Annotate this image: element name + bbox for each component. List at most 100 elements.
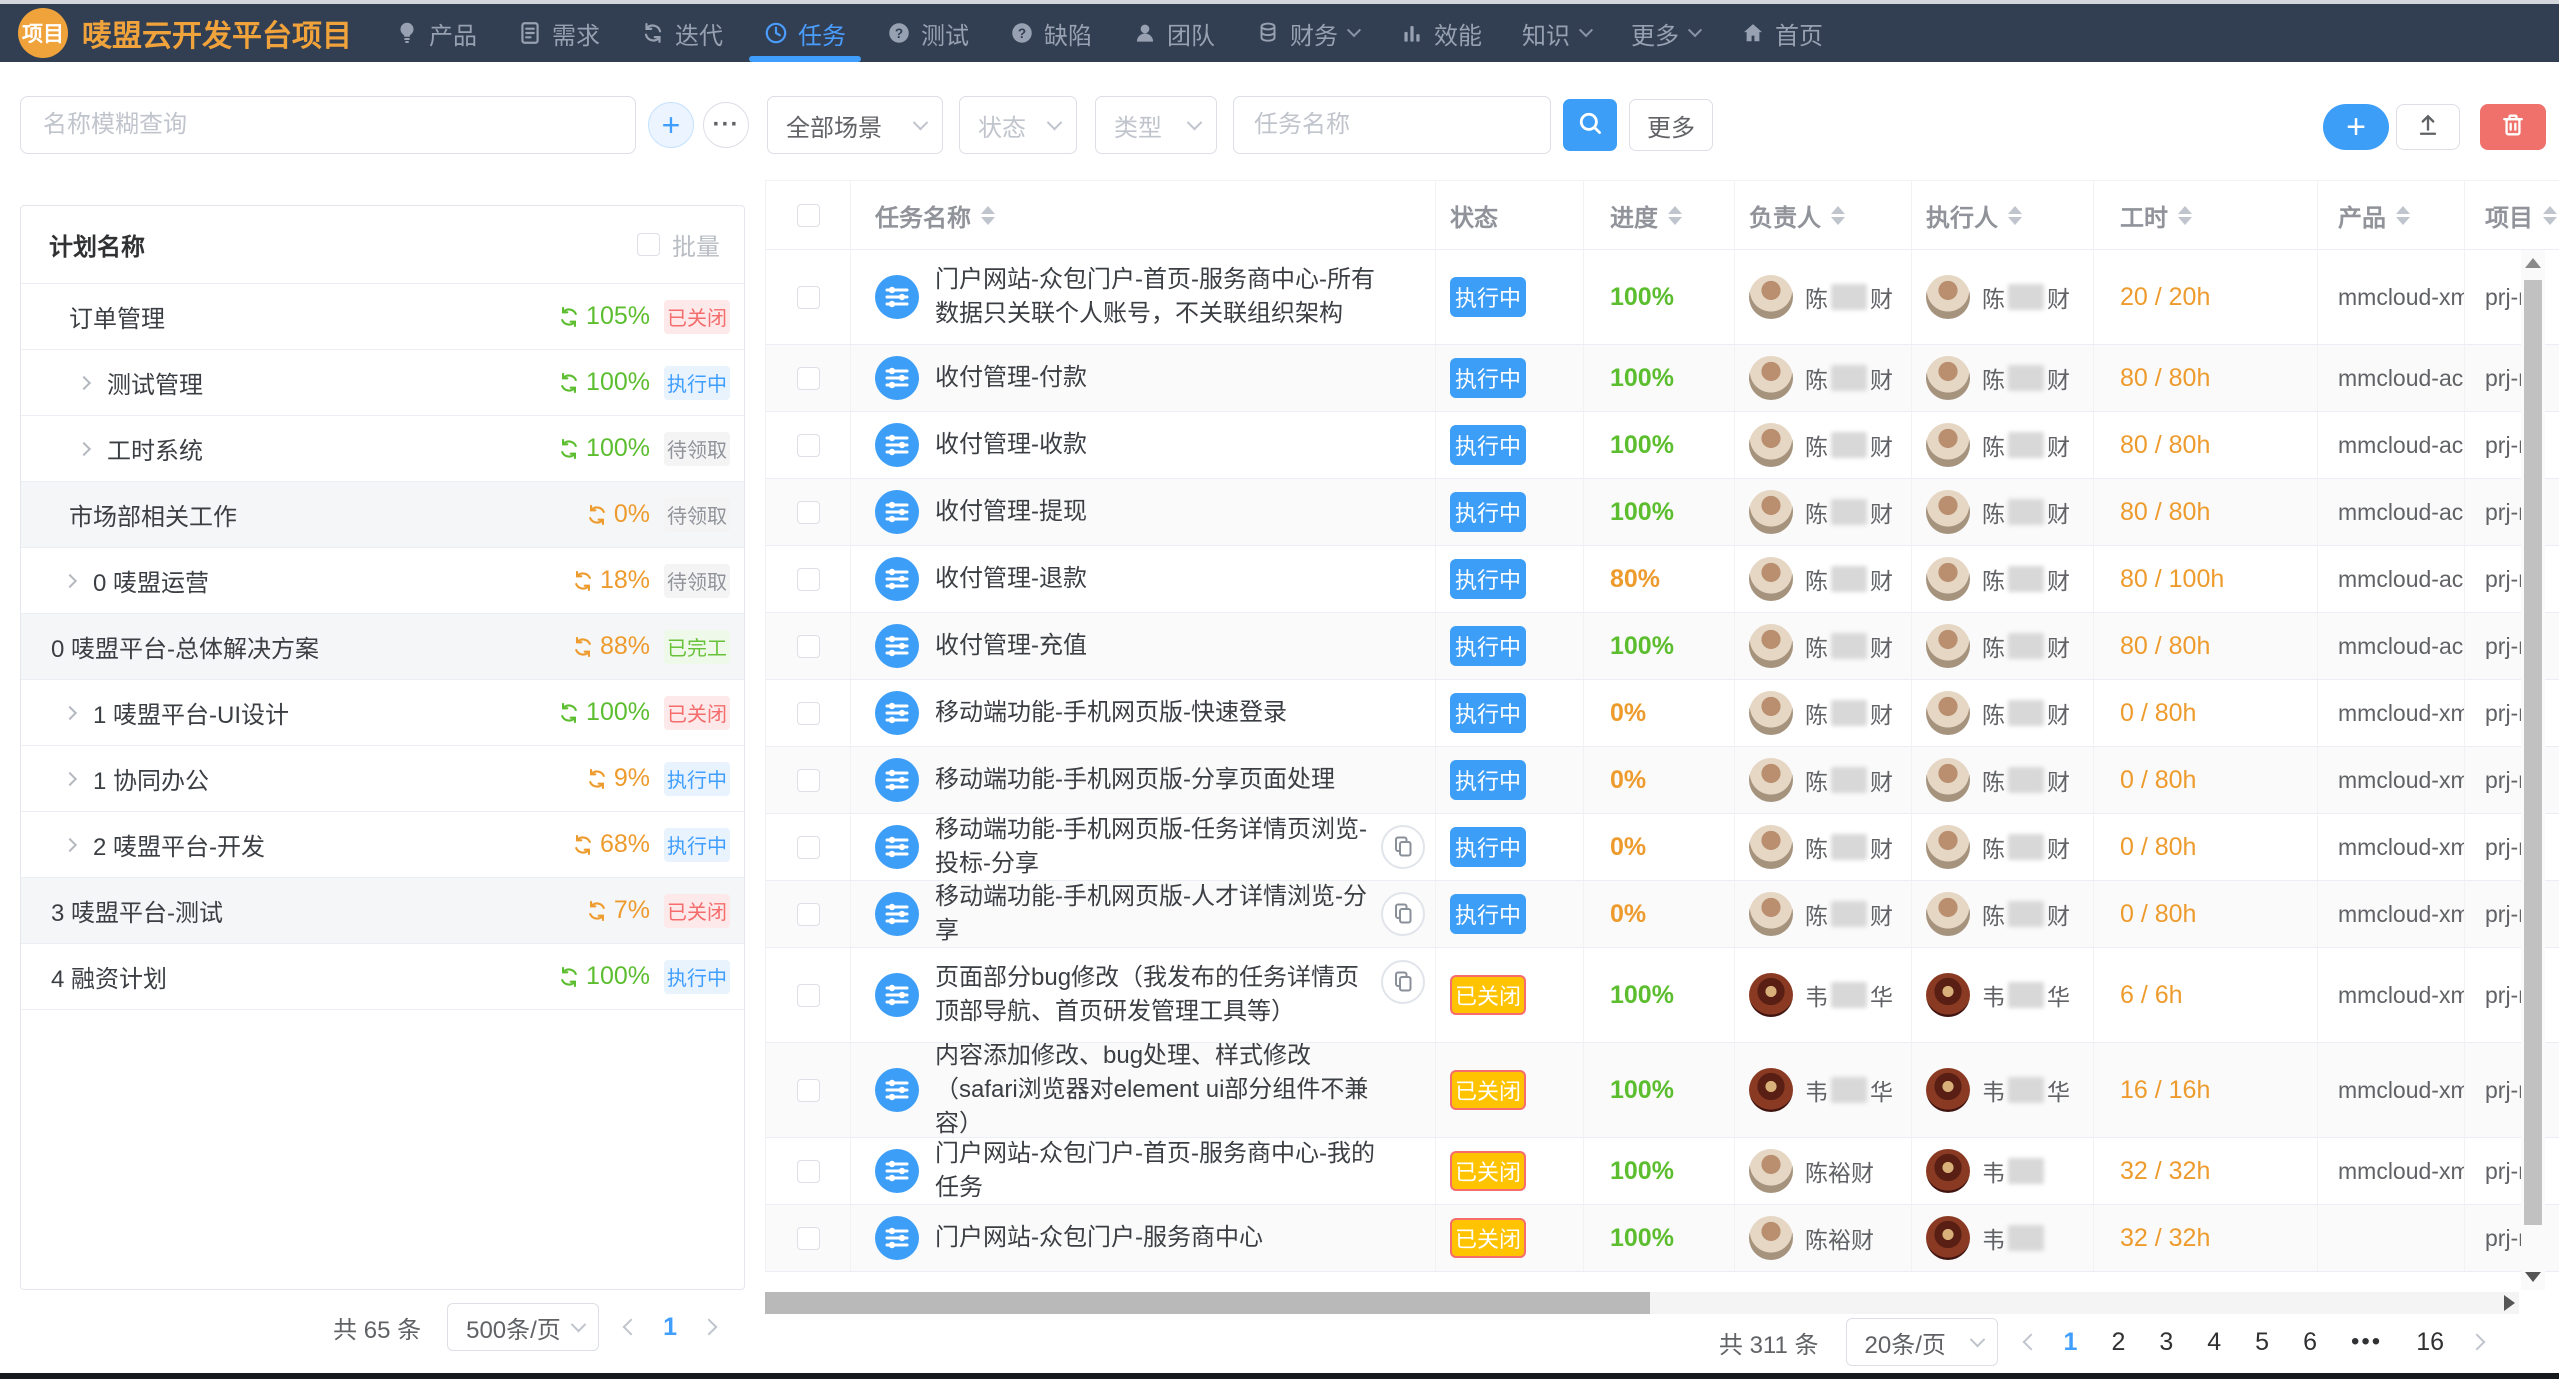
- task-name-cell[interactable]: 门户网站-众包门户-首页-服务商中心-所有数据只关联个人账号，不关联组织架构: [851, 250, 1436, 345]
- task-name-cell[interactable]: 收付管理-充值: [851, 613, 1436, 680]
- chevron-right-icon[interactable]: [63, 771, 77, 785]
- task-name-cell[interactable]: 内容添加修改、bug处理、样式修改（safari浏览器对element ui部分…: [851, 1043, 1436, 1138]
- page-number-3[interactable]: 3: [2159, 1328, 2173, 1357]
- sort-icon[interactable]: [2008, 206, 2022, 225]
- sort-asc-icon[interactable]: [2008, 206, 2022, 214]
- chevron-right-icon[interactable]: [63, 573, 77, 587]
- row-checkbox[interactable]: [797, 367, 820, 390]
- type-select[interactable]: 类型: [1095, 96, 1217, 154]
- scroll-up-arrow-icon[interactable]: [2525, 258, 2541, 268]
- task-page-size-select[interactable]: 20条/页: [1846, 1318, 1998, 1366]
- task-name-cell[interactable]: 移动端功能-手机网页版-任务详情页浏览-投标-分享: [851, 814, 1436, 881]
- task-next-page-button[interactable]: [2469, 1334, 2486, 1351]
- column-header[interactable]: 状态: [1436, 181, 1584, 250]
- sort-icon[interactable]: [2396, 206, 2410, 225]
- row-checkbox[interactable]: [797, 501, 820, 524]
- page-number-1[interactable]: 1: [2064, 1328, 2078, 1357]
- plan-row[interactable]: 3 唛盟平台-测试7%已关闭: [21, 878, 744, 944]
- column-header[interactable]: 任务名称: [851, 181, 1436, 250]
- more-filters-button[interactable]: 更多: [1629, 99, 1713, 151]
- task-name-cell[interactable]: 收付管理-提现: [851, 479, 1436, 546]
- sort-desc-icon[interactable]: [2178, 217, 2192, 225]
- row-checkbox[interactable]: [797, 1160, 820, 1183]
- plan-row[interactable]: 2 唛盟平台-开发68%执行中: [21, 812, 744, 878]
- page-number-16[interactable]: 16: [2416, 1328, 2444, 1357]
- plan-page-size-select[interactable]: 500条/页: [447, 1303, 599, 1351]
- sort-icon[interactable]: [1668, 206, 1682, 225]
- nav-item-knowledge[interactable]: 知识: [1522, 4, 1591, 62]
- task-name-cell[interactable]: 移动端功能-手机网页版-分享页面处理: [851, 747, 1436, 814]
- page-number-5[interactable]: 5: [2255, 1328, 2269, 1357]
- plan-row[interactable]: 工时系统100%待领取: [21, 416, 744, 482]
- task-name-cell[interactable]: 移动端功能-手机网页版-人才详情浏览-分享: [851, 881, 1436, 948]
- nav-item-efficiency[interactable]: 效能: [1399, 4, 1482, 62]
- row-checkbox[interactable]: [797, 702, 820, 725]
- search-button[interactable]: [1563, 99, 1617, 151]
- plan-row[interactable]: 测试管理100%执行中: [21, 350, 744, 416]
- add-plan-button[interactable]: +: [648, 102, 694, 148]
- plan-row[interactable]: 0 唛盟平台-总体解决方案88%已完工: [21, 614, 744, 680]
- batch-checkbox[interactable]: [637, 233, 660, 256]
- horizontal-scrollbar[interactable]: [765, 1292, 2519, 1314]
- copy-icon[interactable]: [1381, 825, 1425, 869]
- nav-item-more[interactable]: 更多: [1631, 4, 1700, 62]
- sort-icon[interactable]: [2178, 206, 2192, 225]
- sort-asc-icon[interactable]: [981, 206, 995, 214]
- copy-icon[interactable]: [1381, 892, 1425, 936]
- chevron-right-icon[interactable]: [63, 837, 77, 851]
- column-header[interactable]: 进度: [1584, 181, 1735, 250]
- column-header[interactable]: 工时: [2094, 181, 2318, 250]
- task-name-cell[interactable]: 移动端功能-手机网页版-快速登录: [851, 680, 1436, 747]
- row-checkbox[interactable]: [797, 635, 820, 658]
- sort-desc-icon[interactable]: [1668, 217, 1682, 225]
- column-header[interactable]: 产品: [2318, 181, 2465, 250]
- column-header[interactable]: 负责人: [1735, 181, 1912, 250]
- sort-asc-icon[interactable]: [2178, 206, 2192, 214]
- plan-row[interactable]: 1 唛盟平台-UI设计100%已关闭: [21, 680, 744, 746]
- delete-button[interactable]: [2480, 104, 2546, 150]
- task-name-cell[interactable]: 门户网站-众包门户-服务商中心: [851, 1205, 1436, 1272]
- vertical-scrollbar-thumb[interactable]: [2524, 280, 2542, 1225]
- app-logo[interactable]: 项目: [18, 8, 68, 58]
- chevron-right-icon[interactable]: [77, 441, 91, 455]
- task-name-cell[interactable]: 收付管理-付款: [851, 345, 1436, 412]
- plan-row[interactable]: 订单管理105%已关闭: [21, 284, 744, 350]
- scroll-right-arrow-icon[interactable]: [2504, 1295, 2515, 1311]
- column-header[interactable]: 项目: [2465, 181, 2559, 250]
- sort-icon[interactable]: [1831, 206, 1845, 225]
- sort-icon[interactable]: [2543, 206, 2557, 225]
- sort-desc-icon[interactable]: [1831, 217, 1845, 225]
- plan-row[interactable]: 市场部相关工作0%待领取: [21, 482, 744, 548]
- column-header[interactable]: 执行人: [1912, 181, 2094, 250]
- sort-asc-icon[interactable]: [1831, 206, 1845, 214]
- sort-asc-icon[interactable]: [2543, 206, 2557, 214]
- sort-desc-icon[interactable]: [981, 217, 995, 225]
- copy-icon[interactable]: [1381, 960, 1425, 1004]
- plan-page-1[interactable]: 1: [663, 1313, 677, 1342]
- task-name-cell[interactable]: 收付管理-收款: [851, 412, 1436, 479]
- task-name-cell[interactable]: 收付管理-退款: [851, 546, 1436, 613]
- row-checkbox[interactable]: [797, 984, 820, 1007]
- row-checkbox[interactable]: [797, 1227, 820, 1250]
- row-checkbox[interactable]: [797, 286, 820, 309]
- sort-asc-icon[interactable]: [1668, 206, 1682, 214]
- sort-desc-icon[interactable]: [2543, 217, 2557, 225]
- plan-prev-page-button[interactable]: [623, 1319, 640, 1336]
- plan-row[interactable]: 4 融资计划100%执行中: [21, 944, 744, 1010]
- nav-item-task[interactable]: 任务: [763, 4, 846, 62]
- select-all-checkbox[interactable]: [797, 204, 820, 227]
- row-checkbox[interactable]: [797, 836, 820, 859]
- plan-search-input[interactable]: [20, 96, 636, 154]
- page-number-2[interactable]: 2: [2111, 1328, 2125, 1357]
- chevron-right-icon[interactable]: [63, 705, 77, 719]
- plan-row[interactable]: 1 协同办公9%执行中: [21, 746, 744, 812]
- page-number-4[interactable]: 4: [2207, 1328, 2221, 1357]
- sort-desc-icon[interactable]: [2396, 217, 2410, 225]
- nav-item-defect[interactable]: ?缺陷: [1009, 4, 1092, 62]
- status-select[interactable]: 状态: [959, 96, 1077, 154]
- sort-asc-icon[interactable]: [2396, 206, 2410, 214]
- task-name-cell[interactable]: 页面部分bug修改（我发布的任务详情页顶部导航、首页研发管理工具等）: [851, 948, 1436, 1043]
- scroll-down-arrow-icon[interactable]: [2525, 1272, 2541, 1282]
- chevron-right-icon[interactable]: [77, 375, 91, 389]
- nav-item-iteration[interactable]: 迭代: [640, 4, 723, 62]
